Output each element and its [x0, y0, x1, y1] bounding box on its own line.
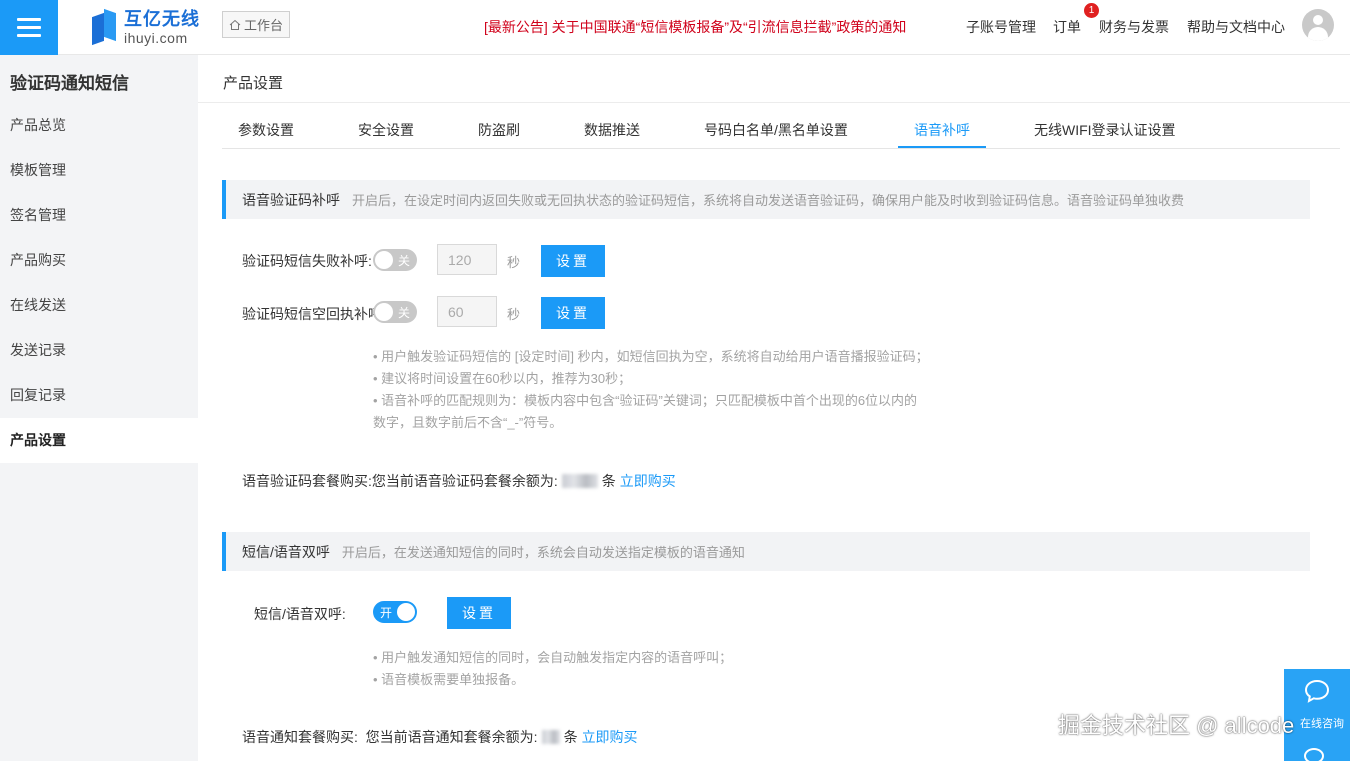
tip-line: 数字，且数字前后不含“_-”符号。: [373, 415, 563, 430]
watermark: 掘金技术社区 @ allcode: [1058, 713, 1295, 738]
page-header: 产品设置: [198, 55, 1350, 103]
voice-notice-package-label: 语音通知套餐购买: 您当前语音通知套餐余额为:: [242, 729, 538, 745]
home-icon: [229, 19, 241, 30]
dual-call-label: 短信/语音双呼:: [254, 606, 346, 622]
toggle-knob: [375, 251, 393, 269]
orders-badge: 1: [1084, 3, 1099, 18]
fail-callback-set-button[interactable]: 设置: [541, 245, 605, 277]
tip-line: • 建议将时间设置在60秒以内，推荐为30秒；: [373, 371, 632, 386]
nav-finance[interactable]: 财务与发票: [1099, 17, 1169, 37]
dual-section-header: 短信/语音双呼 开启后，在发送通知短信的同时，系统会自动发送指定模板的语音通知: [222, 532, 1310, 571]
voice-package-label: 语音验证码套餐购买:您当前语音验证码套餐余额为:: [242, 473, 558, 489]
tab-whitelist[interactable]: 号码白名单/黑名单设置: [704, 120, 848, 140]
dual-tips: • 用户触发通知短信的同时，会自动触发指定内容的语音呼叫； • 语音模板需要单独…: [373, 647, 732, 691]
blurred-balance: [541, 730, 560, 744]
seconds-unit: 秒: [507, 307, 521, 322]
logo-cn-text: 互亿无线: [124, 8, 200, 29]
tip-line: • 语音补呼的匹配规则为：模板内容中包含“验证码”关键词；只匹配模板中首个出现的…: [373, 393, 918, 408]
logo[interactable]: 互亿无线 ihuyi.com: [92, 6, 200, 48]
voice-package-line: 语音验证码套餐购买:您当前语音验证码套餐余额为: 条 立即购买: [242, 471, 676, 491]
sidebar-item-overview[interactable]: 产品总览: [0, 103, 198, 148]
count-unit: 条: [563, 729, 578, 745]
buy-now-link[interactable]: 立即购买: [582, 727, 638, 747]
sidebar: 验证码通知短信 产品总览 模板管理 签名管理 产品购买 在线发送 发送记录 回复…: [0, 55, 198, 761]
toggle-text: 关: [397, 254, 410, 268]
section-desc: 开启后，在设定时间内返回失败或无回执状态的验证码短信，系统将自动发送语音验证码，…: [352, 193, 1185, 208]
workbench-button[interactable]: 工作台: [222, 11, 291, 38]
sidebar-item-signatures[interactable]: 签名管理: [0, 193, 198, 238]
toggle-text: 关: [397, 306, 410, 320]
buy-now-link[interactable]: 立即购买: [620, 471, 676, 491]
empty-receipt-callback-toggle[interactable]: 关: [373, 301, 417, 323]
section-desc: 开启后，在发送通知短信的同时，系统会自动发送指定模板的语音通知: [341, 545, 745, 560]
toggle-knob: [397, 603, 415, 621]
fail-callback-toggle[interactable]: 关: [373, 249, 417, 271]
voice-notice-package-line: 语音通知套餐购买: 您当前语音通知套餐余额为: 条 立即购买: [242, 727, 638, 747]
voice-section-header: 语音验证码补呼 开启后，在设定时间内返回失败或无回执状态的验证码短信，系统将自动…: [222, 180, 1310, 219]
tab-security[interactable]: 安全设置: [358, 120, 414, 140]
hamburger-menu-icon[interactable]: [0, 0, 58, 55]
float-label: 在线咨询: [1300, 718, 1344, 730]
sidebar-item-reply-records[interactable]: 回复记录: [0, 373, 198, 418]
blurred-balance: [561, 474, 598, 488]
section-title: 语音验证码补呼: [242, 191, 340, 208]
sidebar-item-templates[interactable]: 模板管理: [0, 148, 198, 193]
avatar[interactable]: [1302, 9, 1334, 41]
seconds-unit: 秒: [507, 255, 521, 270]
toggle-text: 开: [380, 606, 393, 620]
toggle-knob: [375, 303, 393, 321]
sidebar-item-purchase[interactable]: 产品购买: [0, 238, 198, 283]
nav-orders[interactable]: 订单: [1053, 17, 1081, 37]
top-bar: 互亿无线 ihuyi.com 工作台 [最新公告] 关于中国联通“短信模板报备”…: [0, 0, 1350, 55]
sidebar-title: 验证码通知短信: [10, 74, 129, 93]
section-title: 短信/语音双呼: [242, 543, 330, 560]
voice-tips: • 用户触发验证码短信的 [设定时间] 秒内，如短信回执为空，系统将自动给用户语…: [373, 346, 929, 434]
page-title: 产品设置: [223, 75, 284, 92]
wechat-icon: [1304, 748, 1324, 764]
workbench-label: 工作台: [244, 18, 284, 33]
empty-receipt-callback-label: 验证码短信空回执补呼: [242, 306, 374, 322]
fail-callback-label: 验证码短信失败补呼:: [242, 253, 372, 269]
empty-receipt-set-button[interactable]: 设置: [541, 297, 605, 329]
sidebar-item-product-settings[interactable]: 产品设置: [0, 418, 198, 463]
dual-call-toggle[interactable]: 开: [373, 601, 417, 623]
tab-anti-fraud[interactable]: 防盗刷: [478, 120, 520, 140]
sidebar-item-send-records[interactable]: 发送记录: [0, 328, 198, 373]
tip-line: • 语音模板需要单独报备。: [373, 672, 525, 687]
tab-params[interactable]: 参数设置: [238, 120, 294, 140]
sidebar-item-online-send[interactable]: 在线发送: [0, 283, 198, 328]
logo-en-text: ihuyi.com: [124, 29, 188, 46]
tab-wifi-auth[interactable]: 无线WIFI登录认证设置: [1034, 120, 1176, 140]
chat-bubble-icon: [1304, 679, 1330, 703]
tip-line: • 用户触发验证码短信的 [设定时间] 秒内，如短信回执为空，系统将自动给用户语…: [373, 349, 929, 364]
nav-help[interactable]: 帮助与文档中心: [1187, 17, 1285, 37]
count-unit: 条: [601, 473, 616, 489]
tip-line: • 用户触发通知短信的同时，会自动触发指定内容的语音呼叫；: [373, 650, 733, 665]
fail-callback-seconds-input[interactable]: [437, 244, 497, 275]
active-tab-indicator: [898, 146, 986, 148]
empty-receipt-seconds-input[interactable]: [437, 296, 497, 327]
announcement-link[interactable]: [最新公告] 关于中国联通“短信模板报备”及“引流信息拦截”政策的通知: [484, 17, 906, 37]
dual-call-set-button[interactable]: 设置: [447, 597, 511, 629]
nav-sub-account[interactable]: 子账号管理: [966, 17, 1036, 37]
settings-tabs: 参数设置 安全设置 防盗刷 数据推送 号码白名单/黑名单设置 语音补呼 无线WI…: [222, 103, 1340, 149]
tab-data-push[interactable]: 数据推送: [584, 120, 640, 140]
logo-mark-icon: [92, 8, 118, 46]
tab-voice-callback[interactable]: 语音补呼: [914, 120, 970, 140]
